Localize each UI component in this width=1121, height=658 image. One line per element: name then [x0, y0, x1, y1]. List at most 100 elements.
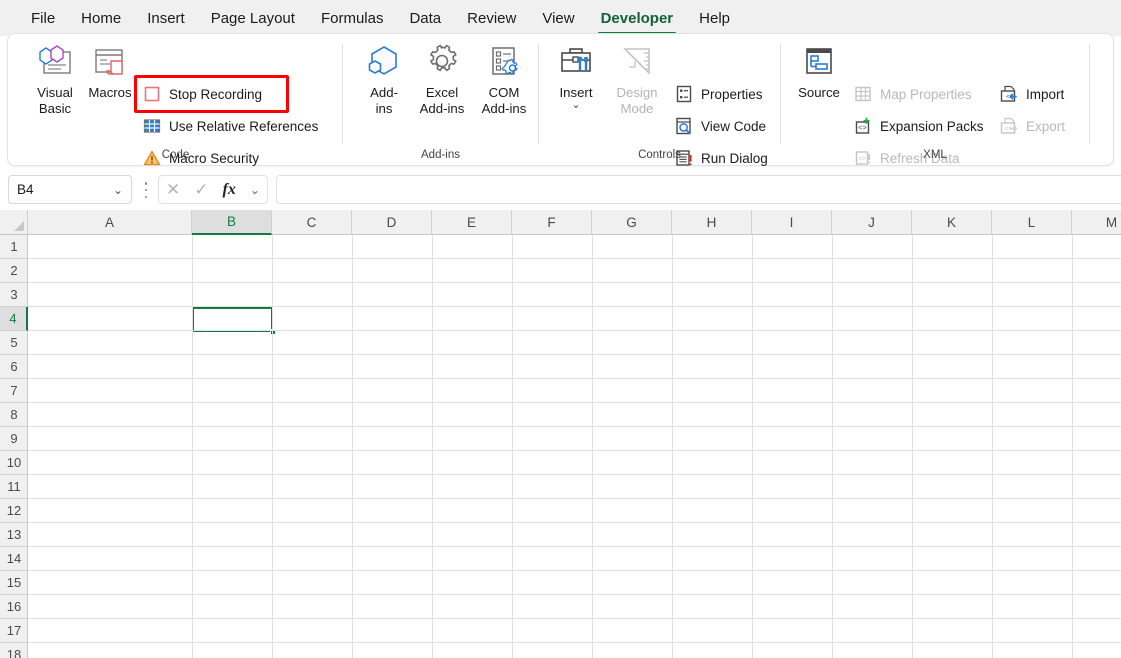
- row-header-3[interactable]: 3: [0, 283, 28, 307]
- view-code-icon: [674, 116, 694, 136]
- row-header-15[interactable]: 15: [0, 571, 28, 595]
- row-header-12[interactable]: 12: [0, 499, 28, 523]
- view-code-button[interactable]: View Code: [674, 113, 766, 139]
- map-properties-label: Map Properties: [880, 86, 972, 102]
- group-label-addins: Add-ins: [421, 149, 460, 161]
- tab-label: Insert: [147, 9, 185, 27]
- column-header-L[interactable]: L: [992, 210, 1072, 235]
- column-header-H[interactable]: H: [672, 210, 752, 235]
- row-header-14[interactable]: 14: [0, 547, 28, 571]
- column-header-I[interactable]: I: [752, 210, 832, 235]
- name-box-chevron-down-icon[interactable]: ⌄: [113, 183, 123, 197]
- row-header-10[interactable]: 10: [0, 451, 28, 475]
- map-properties-button: Map Properties: [853, 81, 972, 107]
- row-header-18[interactable]: 18: [0, 643, 28, 658]
- grid-row-line: [28, 306, 1121, 307]
- tab-label: File: [31, 9, 56, 27]
- tab-page-layout[interactable]: Page Layout: [198, 0, 308, 36]
- excel-add-ins-button[interactable]: Excel Add-ins: [409, 40, 475, 117]
- insert-function-icon[interactable]: fx: [223, 181, 236, 199]
- use-relative-references-button[interactable]: Use Relative References: [142, 113, 318, 139]
- row-header-6[interactable]: 6: [0, 355, 28, 379]
- stop-recording-button[interactable]: Stop Recording: [142, 81, 262, 107]
- cell-area[interactable]: [28, 235, 1121, 658]
- use-relative-references-label: Use Relative References: [169, 118, 319, 134]
- view-code-label: View Code: [701, 118, 767, 134]
- column-header-G[interactable]: G: [592, 210, 672, 235]
- column-header-F[interactable]: F: [512, 210, 592, 235]
- select-all-corner-button[interactable]: [0, 210, 28, 235]
- ribbon-group-addins: Add- ins Excel Add-ins COM Add-ins Add-i…: [343, 34, 538, 165]
- column-header-D[interactable]: D: [352, 210, 432, 235]
- ribbon: Visual Basic Macros Stop Recording Use R…: [8, 34, 1113, 166]
- relative-references-grid-icon: [142, 116, 162, 136]
- row-header-4[interactable]: 4: [0, 307, 28, 331]
- column-header-B[interactable]: B: [192, 210, 272, 235]
- tab-help[interactable]: Help: [686, 0, 743, 36]
- visual-basic-button[interactable]: Visual Basic: [22, 40, 88, 117]
- tab-home[interactable]: Home: [68, 0, 134, 36]
- row-header-17[interactable]: 17: [0, 619, 28, 643]
- source-label: Source: [798, 85, 840, 100]
- tab-label: Review: [467, 9, 517, 27]
- add-ins-hexagon-icon: [364, 40, 404, 82]
- macros-button[interactable]: Macros: [82, 40, 138, 101]
- formula-input[interactable]: [276, 175, 1121, 204]
- tab-data[interactable]: Data: [396, 0, 454, 36]
- tab-formulas[interactable]: Formulas: [308, 0, 397, 36]
- row-header-2[interactable]: 2: [0, 259, 28, 283]
- com-add-ins-button[interactable]: COM Add-ins: [471, 40, 537, 117]
- source-button[interactable]: Source: [789, 40, 849, 101]
- import-label: Import: [1026, 86, 1065, 102]
- row-header-13[interactable]: 13: [0, 523, 28, 547]
- column-header-A[interactable]: A: [28, 210, 192, 235]
- name-box[interactable]: B4 ⌄: [8, 175, 132, 204]
- tab-label: Page Layout: [210, 9, 295, 27]
- row-headers: 1 2 3 4 5 6 7 8 9 10 11 12 13 14 15 16 17 18: [0, 235, 28, 658]
- properties-label: Properties: [701, 86, 763, 102]
- column-header-M[interactable]: M: [1072, 210, 1121, 235]
- gear-icon: [422, 40, 462, 82]
- column-header-E[interactable]: E: [432, 210, 512, 235]
- row-header-1[interactable]: 1: [0, 235, 28, 259]
- column-header-J[interactable]: J: [832, 210, 912, 235]
- group-label-xml: XML: [923, 149, 947, 161]
- select-all-triangle-icon: [14, 221, 24, 231]
- add-ins-button[interactable]: Add- ins: [357, 40, 411, 117]
- tab-insert[interactable]: Insert: [134, 0, 198, 36]
- insert-chevron-down-icon[interactable]: ⌄: [571, 100, 580, 111]
- column-header-C[interactable]: C: [272, 210, 352, 235]
- cancel-formula-icon[interactable]: ✕: [166, 181, 180, 198]
- row-header-7[interactable]: 7: [0, 379, 28, 403]
- row-header-8[interactable]: 8: [0, 403, 28, 427]
- column-header-K[interactable]: K: [912, 210, 992, 235]
- confirm-formula-icon[interactable]: ✓: [194, 181, 208, 198]
- formula-bar-more-options[interactable]: [140, 182, 152, 198]
- tab-file[interactable]: File: [18, 0, 68, 36]
- tab-label: Formulas: [320, 9, 384, 27]
- tab-label: Home: [81, 9, 122, 27]
- tab-developer[interactable]: Developer: [588, 0, 687, 36]
- properties-button[interactable]: Properties: [674, 81, 763, 107]
- visual-basic-label-1: Visual: [37, 85, 73, 100]
- grid-row-line: [28, 282, 1121, 283]
- grid-row-line: [28, 522, 1121, 523]
- visual-basic-icon: [35, 40, 75, 82]
- export-icon: <>: [999, 116, 1019, 136]
- formula-chevron-down-icon[interactable]: ⌄: [250, 183, 260, 197]
- insert-controls-button[interactable]: Insert ⌄: [548, 40, 604, 111]
- row-header-11[interactable]: 11: [0, 475, 28, 499]
- tab-review[interactable]: Review: [454, 0, 529, 36]
- row-header-9[interactable]: 9: [0, 427, 28, 451]
- row-header-5[interactable]: 5: [0, 331, 28, 355]
- import-button[interactable]: <> Import: [999, 81, 1064, 107]
- row-header-16[interactable]: 16: [0, 595, 28, 619]
- grid-row-line: [28, 258, 1121, 259]
- expansion-packs-button[interactable]: <> Expansion Packs: [853, 113, 984, 139]
- design-mode-label-1: Design: [616, 85, 658, 100]
- com-add-ins-icon: [484, 40, 524, 82]
- tab-view[interactable]: View: [529, 0, 587, 36]
- visual-basic-label-2: Basic: [38, 101, 72, 116]
- grid-row-line: [28, 354, 1121, 355]
- ribbon-group-code: Visual Basic Macros Stop Recording Use R…: [8, 34, 343, 166]
